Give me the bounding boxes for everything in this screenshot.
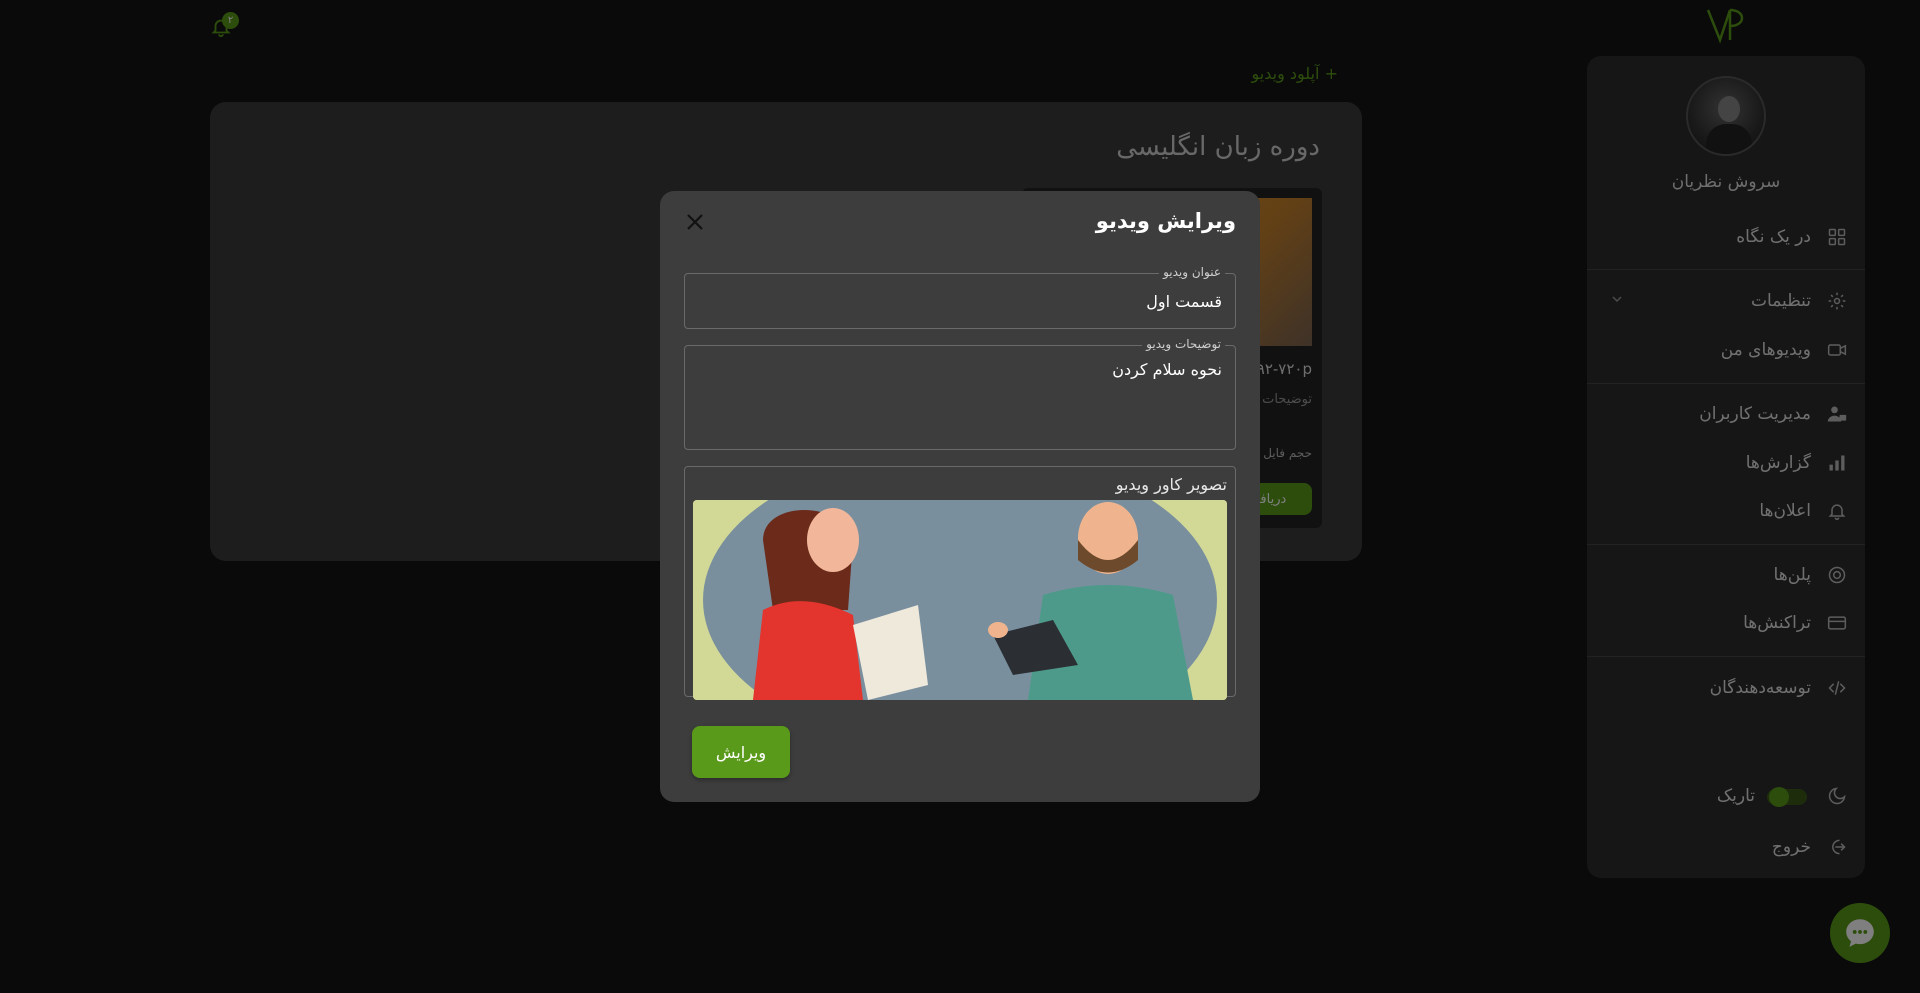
- video-description-legend: توضیحات ویدیو: [1142, 337, 1225, 351]
- video-description-field: توضیحات ویدیو نحوه سلام کردن: [684, 337, 1236, 450]
- modal-title: ویرایش ویدیو: [1095, 209, 1236, 233]
- cover-upload-box[interactable]: تصویر کاور ویدیو: [684, 466, 1236, 700]
- edit-video-modal: ویرایش ویدیو عنوان ویدیو توضیحات ویدیو ن…: [660, 191, 1260, 802]
- cover-label: تصویر کاور ویدیو: [1115, 475, 1227, 494]
- video-title-input[interactable]: [685, 274, 1235, 328]
- close-icon[interactable]: [684, 211, 706, 233]
- video-title-legend: عنوان ویدیو: [1159, 265, 1225, 279]
- cover-image[interactable]: [693, 500, 1227, 700]
- video-title-field: عنوان ویدیو: [684, 265, 1236, 329]
- edit-submit-button[interactable]: ویرایش: [692, 726, 790, 778]
- video-description-input[interactable]: نحوه سلام کردن: [685, 346, 1235, 449]
